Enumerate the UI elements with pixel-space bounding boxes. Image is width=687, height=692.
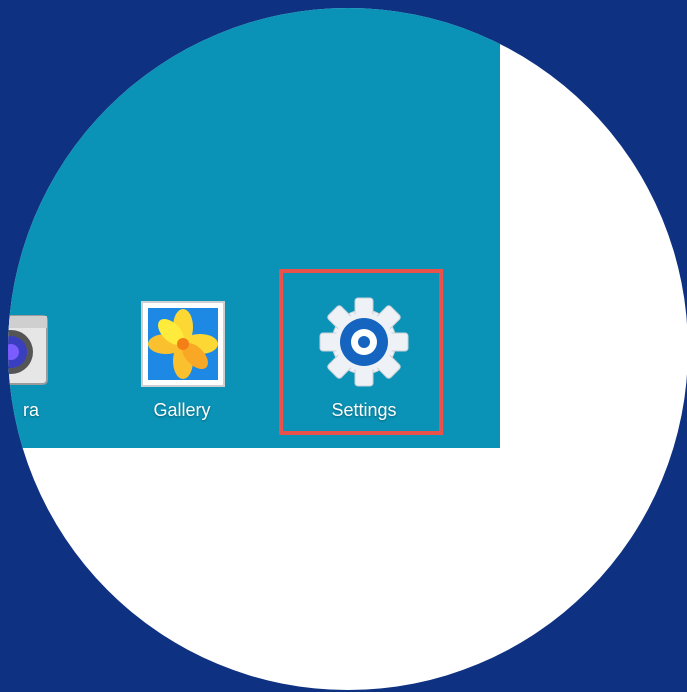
gallery-label: Gallery xyxy=(153,400,211,420)
camera-icon xyxy=(8,315,48,385)
camera-app[interactable]: ra xyxy=(8,296,55,436)
camera-label: ra xyxy=(22,400,39,420)
gallery-icon xyxy=(141,301,225,387)
settings-highlight-box xyxy=(279,269,443,435)
gallery-app[interactable]: Gallery xyxy=(127,296,237,436)
